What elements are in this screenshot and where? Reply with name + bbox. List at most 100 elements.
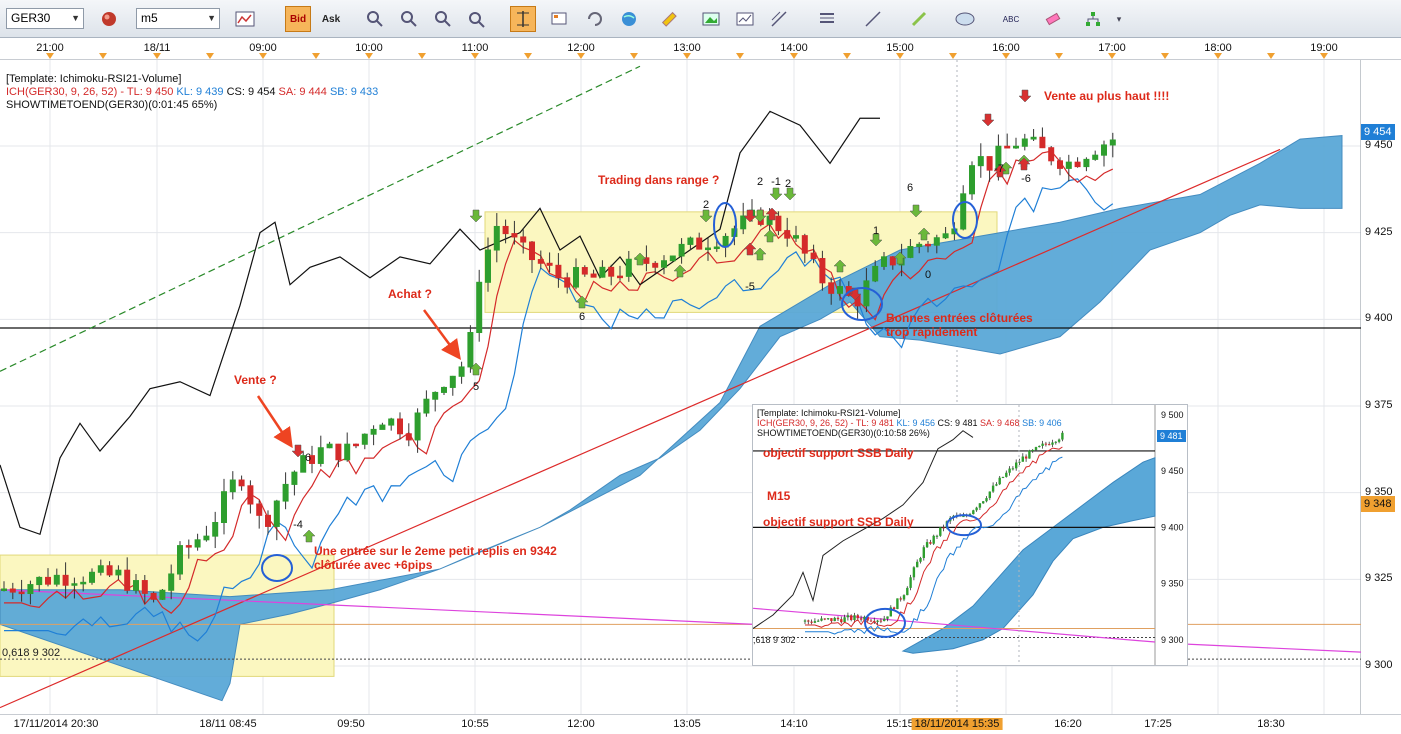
timeframe-value: m5 xyxy=(141,11,158,25)
inset-candle-body xyxy=(991,485,995,492)
inset-candle-body xyxy=(1031,449,1034,451)
candle-body xyxy=(194,539,201,548)
chart-type-icon[interactable] xyxy=(232,6,258,32)
candle-body xyxy=(317,447,324,464)
inset-price-tick: 9 400 xyxy=(1161,522,1184,532)
candle-body xyxy=(696,237,703,250)
zoom-range-icon[interactable] xyxy=(464,6,490,32)
inset-candle-body xyxy=(1015,462,1018,469)
signal-number: 2 xyxy=(785,178,791,190)
time-marker-icon xyxy=(1108,53,1116,59)
template-icon[interactable] xyxy=(546,6,572,32)
candle-body xyxy=(493,225,500,251)
inset-candle-body xyxy=(840,619,843,623)
symbol-select[interactable]: GER30 ▼ xyxy=(6,8,84,29)
inset-candle-body xyxy=(1061,432,1064,440)
inset-m15-chart: [Template: Ichimoku-RSI21-Volume] ICH(GE… xyxy=(752,404,1188,666)
time-tick-bottom: 12:00 xyxy=(567,718,595,730)
inset-candle-body xyxy=(1051,442,1054,445)
zoom-out-icon[interactable] xyxy=(396,6,422,32)
time-marker-icon xyxy=(790,53,798,59)
candle-body xyxy=(872,265,879,282)
pen-icon[interactable] xyxy=(906,6,932,32)
time-marker-icon xyxy=(365,53,373,59)
inset-candle-body xyxy=(899,598,902,600)
toolbar: GER30 ▼ m5 ▼ Bid Ask ABC ▾ xyxy=(0,0,1401,38)
sell-arrow-icon xyxy=(981,113,995,127)
candle-body xyxy=(837,286,843,294)
time-marker-icon xyxy=(524,53,532,59)
time-tick-bottom: 16:20 xyxy=(1054,718,1082,730)
inset-candle-body xyxy=(896,598,899,610)
toolbar-overflow-icon[interactable]: ▾ xyxy=(1112,6,1126,32)
image-icon[interactable] xyxy=(732,6,758,32)
inset-candle-body xyxy=(972,510,975,515)
candle-body xyxy=(115,569,122,576)
inset-candle-body xyxy=(1001,476,1005,478)
text-icon[interactable]: ABC xyxy=(998,6,1024,32)
chikou-polyline xyxy=(0,110,880,536)
candle-body xyxy=(177,545,183,575)
inset-current-price: 9 481 xyxy=(1157,430,1186,442)
inset-candle-body xyxy=(1021,456,1024,462)
magnifier-icon[interactable] xyxy=(430,6,456,32)
sell-arrow-icon xyxy=(769,187,783,201)
symbol-value: GER30 xyxy=(11,11,51,25)
inset-price-tick: 9 500 xyxy=(1161,410,1184,420)
time-marker-icon xyxy=(1214,53,1222,59)
candle-body xyxy=(106,565,113,576)
candle-body xyxy=(405,433,412,441)
time-marker-icon xyxy=(46,53,54,59)
ellipse-icon[interactable] xyxy=(952,6,978,32)
inset-kijun xyxy=(805,456,1063,635)
ich-sb: SB: 9 433 xyxy=(329,86,379,98)
tree-icon[interactable] xyxy=(1080,6,1106,32)
bid-button[interactable]: Bid xyxy=(285,6,311,32)
candle-body xyxy=(608,266,615,277)
inset-candle-body xyxy=(925,542,929,548)
candle-body xyxy=(942,233,949,239)
inset-candle-body xyxy=(1024,456,1028,459)
inset-highlight-circle xyxy=(864,607,906,638)
inset-objectif-2: objectif support SSB Daily xyxy=(763,515,914,529)
template-label: [Template: Ichimoku-RSI21-Volume] xyxy=(6,73,182,85)
inset-highlight-circle xyxy=(946,514,982,537)
chevron-down-icon: ▼ xyxy=(207,13,216,23)
trendline-icon[interactable] xyxy=(860,6,886,32)
candle-body xyxy=(458,366,465,377)
candle-body xyxy=(555,264,562,279)
refresh-icon[interactable] xyxy=(582,6,608,32)
candle-body xyxy=(124,569,131,591)
inset-candle-body xyxy=(962,516,965,518)
record-icon[interactable] xyxy=(96,6,122,32)
candle-body xyxy=(282,483,289,502)
ruler-icon[interactable] xyxy=(656,6,682,32)
candle-body xyxy=(1004,145,1011,149)
candle-body xyxy=(9,588,16,593)
timeframe-select[interactable]: m5 ▼ xyxy=(136,8,220,29)
fibonacci-icon[interactable] xyxy=(814,6,840,32)
crosshair-icon[interactable] xyxy=(510,6,536,32)
inset-candle-body xyxy=(982,501,985,504)
ichimoku-legend: ICH(GER30, 9, 26, 52) - TL: 9 450 KL: 9 … xyxy=(6,86,378,98)
signal-number: 6 xyxy=(907,182,913,194)
candle-body xyxy=(229,479,236,493)
inset-candle-body xyxy=(988,491,991,499)
eraser-icon[interactable] xyxy=(1040,6,1066,32)
globe-icon[interactable] xyxy=(616,6,642,32)
time-axis-top: 21:00 18/11 09:00 10:00 11:00 12:00 13:00 14:00… xyxy=(0,38,1401,60)
picture-icon[interactable] xyxy=(698,6,724,32)
time-marker-icon xyxy=(843,53,851,59)
price-axis: 9 450 9 425 9 400 9 375 9 350 9 325 9 300 xyxy=(1361,60,1401,714)
zoom-in-icon[interactable] xyxy=(362,6,388,32)
bid-label: Bid xyxy=(289,13,307,25)
candle-body xyxy=(977,156,984,167)
time-marker-icon xyxy=(683,53,691,59)
pitchfork-icon[interactable] xyxy=(766,6,792,32)
ask-label: Ask xyxy=(321,13,341,25)
ask-button[interactable]: Ask xyxy=(318,6,344,32)
time-tick-bottom: 17:25 xyxy=(1144,718,1172,730)
candle-body xyxy=(150,592,157,600)
candle-body xyxy=(1,588,7,592)
inset-price-tick: 9 450 xyxy=(1161,466,1184,476)
